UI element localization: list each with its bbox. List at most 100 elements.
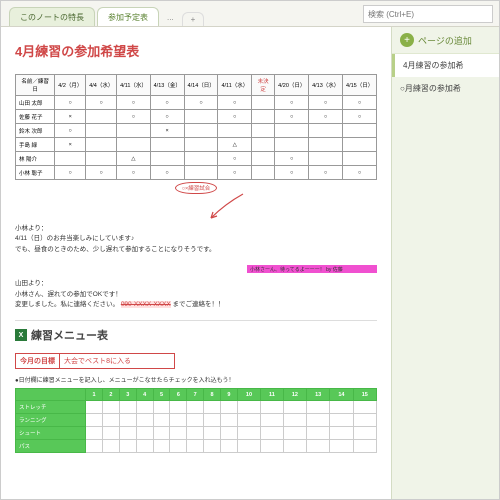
- cell[interactable]: [251, 152, 274, 166]
- menu-cell[interactable]: [187, 414, 204, 427]
- cell[interactable]: ○: [55, 124, 86, 138]
- cell[interactable]: [309, 138, 343, 152]
- menu-cell[interactable]: [261, 427, 284, 440]
- cell[interactable]: ○: [150, 96, 184, 110]
- menu-cell[interactable]: [330, 427, 353, 440]
- cell[interactable]: [343, 152, 377, 166]
- menu-cell[interactable]: [102, 414, 119, 427]
- menu-cell[interactable]: [261, 414, 284, 427]
- cell[interactable]: ○: [117, 96, 151, 110]
- cell[interactable]: [86, 124, 117, 138]
- cell[interactable]: ○: [275, 166, 309, 180]
- cell[interactable]: △: [117, 152, 151, 166]
- cell[interactable]: [55, 152, 86, 166]
- cell[interactable]: [251, 166, 274, 180]
- menu-cell[interactable]: [86, 440, 103, 453]
- menu-cell[interactable]: [119, 440, 136, 453]
- menu-cell[interactable]: [170, 427, 187, 440]
- menu-cell[interactable]: [187, 440, 204, 453]
- menu-cell[interactable]: [237, 440, 260, 453]
- menu-cell[interactable]: [283, 427, 306, 440]
- cell[interactable]: [251, 96, 274, 110]
- menu-cell[interactable]: [102, 401, 119, 414]
- menu-cell[interactable]: [136, 414, 153, 427]
- cell[interactable]: ×: [55, 110, 86, 124]
- cell[interactable]: ○: [218, 96, 252, 110]
- menu-cell[interactable]: [187, 427, 204, 440]
- cell[interactable]: [86, 152, 117, 166]
- add-page-button[interactable]: + ページの追加: [392, 27, 499, 54]
- menu-cell[interactable]: [204, 414, 221, 427]
- menu-cell[interactable]: [261, 401, 284, 414]
- cell[interactable]: [86, 138, 117, 152]
- cell[interactable]: [117, 124, 151, 138]
- tab-participation[interactable]: 参加予定表: [97, 7, 159, 26]
- menu-cell[interactable]: [353, 401, 376, 414]
- menu-cell[interactable]: [283, 414, 306, 427]
- menu-cell[interactable]: [136, 440, 153, 453]
- menu-cell[interactable]: [170, 440, 187, 453]
- menu-cell[interactable]: [307, 427, 330, 440]
- cell[interactable]: △: [218, 138, 252, 152]
- cell[interactable]: [150, 138, 184, 152]
- cell[interactable]: ○: [184, 96, 218, 110]
- cell[interactable]: [184, 166, 218, 180]
- menu-cell[interactable]: [136, 401, 153, 414]
- menu-cell[interactable]: [330, 414, 353, 427]
- menu-cell[interactable]: [307, 440, 330, 453]
- menu-cell[interactable]: [119, 427, 136, 440]
- menu-cell[interactable]: [221, 401, 238, 414]
- cell[interactable]: ○: [218, 110, 252, 124]
- menu-cell[interactable]: [153, 427, 170, 440]
- cell[interactable]: ○: [55, 96, 86, 110]
- cell[interactable]: ×: [55, 138, 86, 152]
- menu-cell[interactable]: [307, 401, 330, 414]
- menu-cell[interactable]: [353, 427, 376, 440]
- menu-cell[interactable]: [221, 440, 238, 453]
- menu-cell[interactable]: [102, 427, 119, 440]
- cell[interactable]: ○: [343, 96, 377, 110]
- cell[interactable]: ○: [150, 110, 184, 124]
- cell[interactable]: [275, 124, 309, 138]
- menu-cell[interactable]: [86, 414, 103, 427]
- cell[interactable]: [218, 124, 252, 138]
- cell[interactable]: [86, 110, 117, 124]
- menu-cell[interactable]: [330, 440, 353, 453]
- cell[interactable]: ○: [343, 166, 377, 180]
- cell[interactable]: [251, 124, 274, 138]
- menu-cell[interactable]: [237, 401, 260, 414]
- cell[interactable]: [184, 138, 218, 152]
- cell[interactable]: [184, 152, 218, 166]
- cell[interactable]: ○: [150, 166, 184, 180]
- menu-cell[interactable]: [237, 414, 260, 427]
- cell[interactable]: ○: [309, 166, 343, 180]
- cell[interactable]: ○: [343, 110, 377, 124]
- cell[interactable]: [309, 124, 343, 138]
- cell[interactable]: ○: [86, 166, 117, 180]
- cell[interactable]: ○: [218, 166, 252, 180]
- menu-cell[interactable]: [153, 414, 170, 427]
- menu-cell[interactable]: [102, 440, 119, 453]
- menu-cell[interactable]: [204, 440, 221, 453]
- menu-cell[interactable]: [353, 414, 376, 427]
- cell[interactable]: ○: [275, 152, 309, 166]
- cell[interactable]: [343, 124, 377, 138]
- menu-cell[interactable]: [237, 427, 260, 440]
- menu-cell[interactable]: [136, 427, 153, 440]
- cell[interactable]: [117, 138, 151, 152]
- menu-cell[interactable]: [187, 401, 204, 414]
- menu-cell[interactable]: [221, 414, 238, 427]
- cell[interactable]: ○: [117, 166, 151, 180]
- tab-add[interactable]: +: [182, 12, 205, 26]
- menu-cell[interactable]: [153, 440, 170, 453]
- cell[interactable]: [150, 152, 184, 166]
- search-input[interactable]: [363, 5, 493, 23]
- cell[interactable]: ○: [309, 110, 343, 124]
- tab-more[interactable]: ...: [161, 9, 180, 26]
- cell[interactable]: ○: [309, 96, 343, 110]
- menu-cell[interactable]: [204, 427, 221, 440]
- menu-cell[interactable]: [153, 401, 170, 414]
- cell[interactable]: ○: [275, 110, 309, 124]
- menu-cell[interactable]: [353, 440, 376, 453]
- cell[interactable]: ○: [117, 110, 151, 124]
